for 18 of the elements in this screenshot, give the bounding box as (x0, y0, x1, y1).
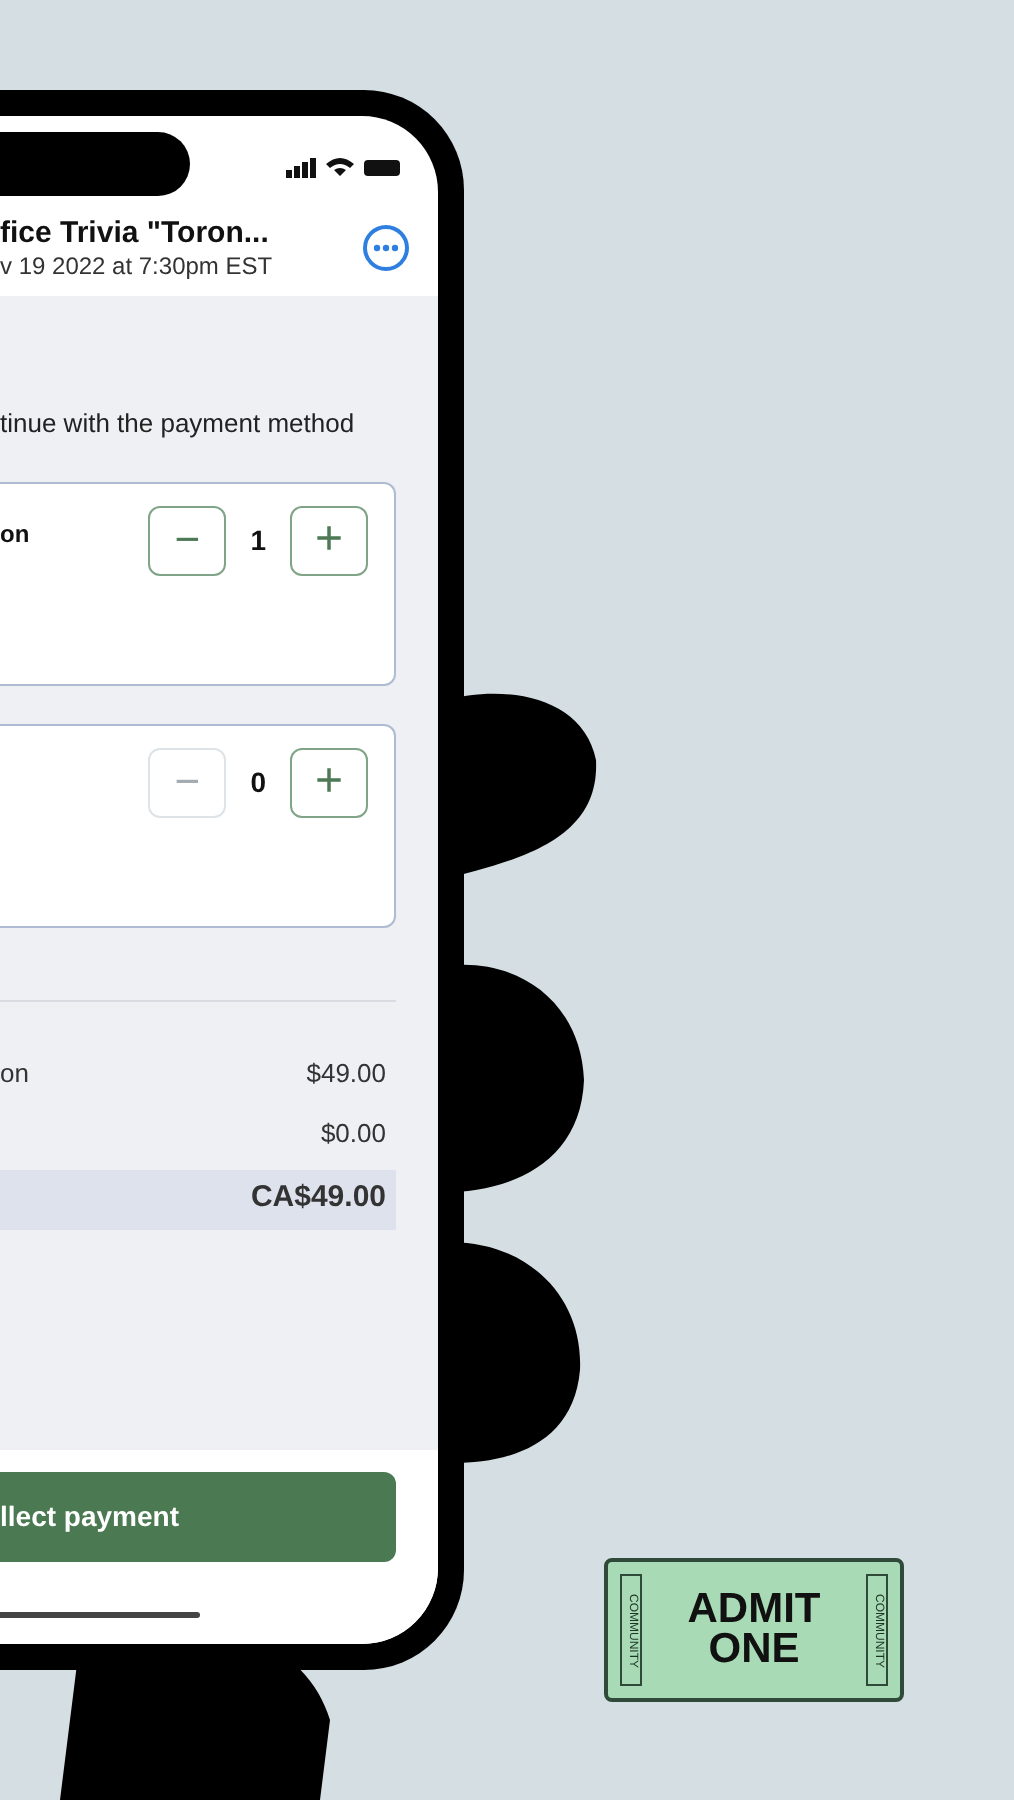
quantity-count: 1 (250, 521, 266, 559)
collect-payment-button[interactable]: llect payment (0, 1472, 396, 1562)
quantity-count: 0 (250, 763, 266, 801)
summary-label: on (0, 1055, 29, 1091)
ticket-headline: ONE (708, 1630, 800, 1670)
total-amount: CA$49.00 (250, 1178, 386, 1219)
event-title: fice Trivia "Toron... (0, 214, 271, 252)
ticket-name: on (0, 517, 30, 551)
status-icons (286, 156, 402, 178)
event-date: v 19 2022 at 7:30pm EST (0, 252, 273, 282)
ticket-headline: ADMIT (687, 1590, 821, 1630)
minus-button[interactable]: − (148, 505, 227, 575)
more-icon[interactable] (362, 224, 410, 272)
summary-amount: $0.00 (320, 1116, 386, 1152)
plus-button[interactable]: + (290, 747, 368, 817)
plus-button[interactable]: + (290, 505, 368, 575)
instruction-text: tinue with the payment method (0, 406, 357, 442)
summary-amount: $49.00 (306, 1055, 386, 1091)
